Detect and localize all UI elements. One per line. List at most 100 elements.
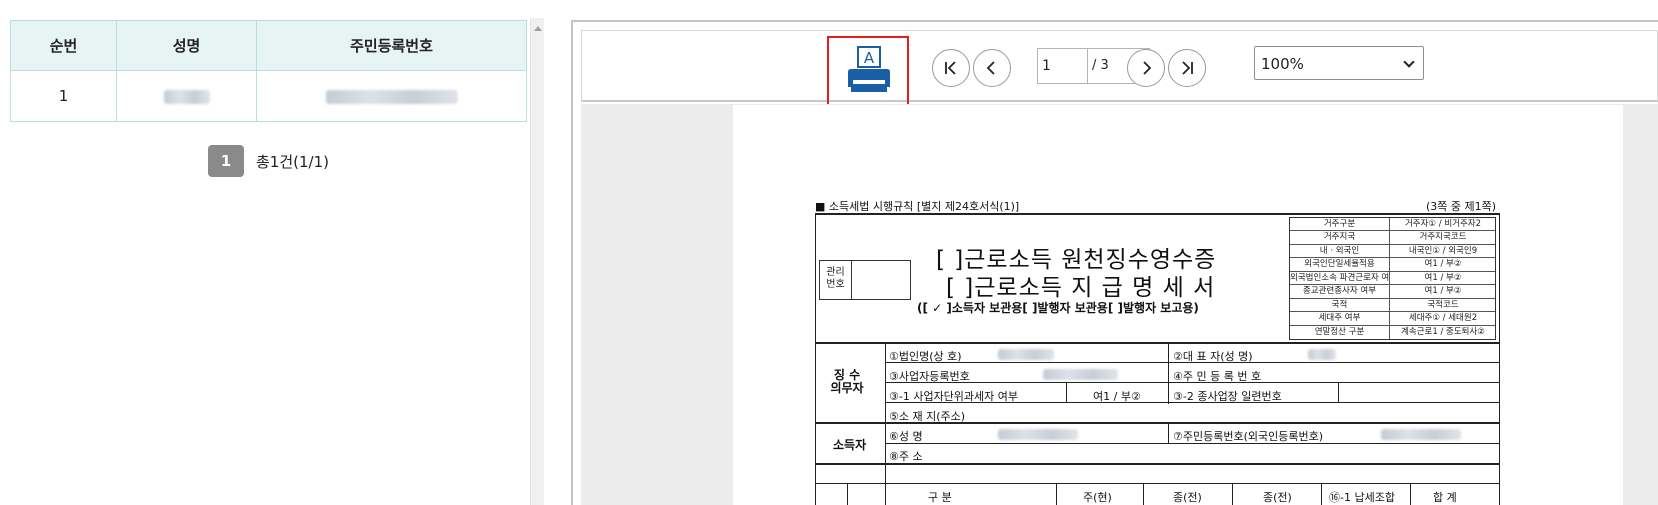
status-value: 여1 / 부② xyxy=(1424,286,1462,297)
page-input[interactable]: 1 xyxy=(1038,49,1088,83)
status-value: 국적코드 xyxy=(1427,299,1459,310)
status-table-row: 국적 국적코드 xyxy=(1290,298,1495,313)
last-page-icon xyxy=(1182,61,1193,75)
field-earner-address: ⑧주 소 xyxy=(889,450,923,463)
chevron-down-icon xyxy=(1403,56,1415,68)
form-right-border xyxy=(1499,213,1500,505)
row-name-redacted xyxy=(116,70,257,122)
corp-name-redacted xyxy=(998,349,1054,360)
label-column-line xyxy=(885,344,886,505)
field-earner-name: ⑥성 명 xyxy=(889,430,923,443)
biz-reg-no-redacted xyxy=(1043,369,1118,380)
col-prev-2: 종(전) xyxy=(1263,491,1292,504)
col-prev-1: 종(전) xyxy=(1173,491,1202,504)
status-table-row: 내 · 외국인 내국인① / 외국인9 xyxy=(1290,244,1495,259)
status-label: 거주지국 xyxy=(1290,231,1390,244)
col-line xyxy=(847,484,848,505)
col-line xyxy=(1066,383,1067,403)
residency-status-table: 거주구분 거주자① / 비거주자2 거주지국 거주지국코드내 · 외국인 내국인① / … xyxy=(1289,217,1496,340)
status-label: 내 · 외국인 xyxy=(1290,244,1390,258)
earner-label: 소득자 xyxy=(833,438,867,452)
chevron-left-icon xyxy=(986,61,995,75)
report-viewer: A 1 / 3 100% ■ 소득세법 시행규칙 [별지 제24호서식(1)] … xyxy=(571,20,1658,505)
zoom-select[interactable]: 100% xyxy=(1254,46,1424,80)
col-header-no[interactable]: 순번 xyxy=(10,20,117,71)
employee-list-panel: 순번 성명 주민등록번호 1 1 총1건(1/1) xyxy=(0,0,548,505)
status-table-row: 거주구분 거주자① / 비거주자2 xyxy=(1290,218,1495,232)
next-page-button[interactable] xyxy=(1127,49,1165,87)
status-label: 외국인단일세율적용 xyxy=(1290,258,1390,271)
field-rrn: ④주 민 등 록 번 호 xyxy=(1173,370,1262,383)
first-page-button[interactable] xyxy=(932,49,970,87)
field-unit-taxpayer: ③-1 사업자단위과세자 여부 xyxy=(889,390,1019,403)
col-line xyxy=(1410,484,1411,505)
scroll-up-icon[interactable] xyxy=(534,26,542,31)
page-total: / 3 xyxy=(1092,58,1109,73)
col-classification: 구 분 xyxy=(928,491,952,504)
col-line xyxy=(1143,484,1144,505)
col-line xyxy=(1168,423,1169,444)
col-header-rrn[interactable]: 주민등록번호 xyxy=(256,20,527,71)
document-area[interactable]: ■ 소득세법 시행규칙 [별지 제24호서식(1)] (3쪽 중 제1쪽) 관리… xyxy=(581,104,1658,505)
status-table-row: 종교관련종사자 여부 여1 / 부② xyxy=(1290,285,1495,299)
table-header-row: 순번 성명 주민등록번호 xyxy=(10,20,527,71)
document-page: ■ 소득세법 시행규칙 [별지 제24호서식(1)] (3쪽 중 제1쪽) 관리… xyxy=(733,105,1623,505)
employee-table: 순번 성명 주민등록번호 1 xyxy=(10,20,527,122)
earner-name-redacted xyxy=(998,429,1078,440)
col-line xyxy=(1056,484,1057,505)
status-label: 세대주 여부 xyxy=(1290,312,1390,325)
payer-label: 징 수 의무자 xyxy=(830,368,864,395)
prev-page-button[interactable] xyxy=(973,49,1011,87)
field-corp-name: ①법인명(상 호) xyxy=(889,350,962,363)
status-label: 외국법인소속 파견근로자 여부 xyxy=(1290,271,1390,285)
status-table-row: 외국법인소속 파견근로자 여부 여1 / 부② xyxy=(1290,271,1495,286)
status-value: 여1 / 부② xyxy=(1424,272,1462,283)
section-divider xyxy=(815,342,1500,344)
col-line xyxy=(1168,344,1169,404)
status-value: 계속근로1 / 중도퇴사② xyxy=(1401,326,1485,337)
status-table-row: 외국인단일세율적용 여1 / 부② xyxy=(1290,258,1495,272)
col-line xyxy=(1321,484,1322,505)
mgmt-number-box: 관리 번호 xyxy=(819,260,911,300)
form-title-2: [ ]근로소득 지 급 명 세 서 xyxy=(946,275,1216,301)
status-label: 연말정산 구분 xyxy=(1290,325,1390,339)
field-address: ⑤소 재 지(주소) xyxy=(889,410,966,423)
list-scrollbar[interactable] xyxy=(530,18,544,505)
status-label: 종교관련종사자 여부 xyxy=(1290,285,1390,298)
table-row[interactable]: 1 xyxy=(10,70,527,122)
field-biz-reg-no: ③사업자등록번호 xyxy=(889,370,970,383)
first-page-icon xyxy=(945,61,956,75)
row-no: 1 xyxy=(10,70,117,122)
mgmt-number-label: 관리 번호 xyxy=(820,261,852,299)
status-value: 세대주① / 세대원2 xyxy=(1408,313,1478,324)
form-legal-basis: ■ 소득세법 시행규칙 [별지 제24호서식(1)] xyxy=(815,200,1020,213)
page-button-current[interactable]: 1 xyxy=(208,145,244,177)
col-current: 주(현) xyxy=(1083,491,1112,504)
printer-icon: A xyxy=(848,46,890,92)
viewer-toolbar: A 1 / 3 100% xyxy=(581,30,1658,106)
status-value: 여1 / 부② xyxy=(1424,259,1462,270)
unit-taxpayer-value: 여1 / 부② xyxy=(1093,390,1141,403)
field-branch-serial: ③-2 종사업장 일련번호 xyxy=(1173,390,1282,403)
col-line xyxy=(1338,383,1339,403)
form-left-border xyxy=(815,213,816,505)
status-table-row: 연말정산 구분 계속근로1 / 중도퇴사② xyxy=(1290,325,1495,339)
status-value: 내국인① / 외국인9 xyxy=(1408,245,1478,256)
print-button[interactable]: A xyxy=(827,36,909,106)
form-top-border xyxy=(815,213,1500,215)
row-rrn-redacted xyxy=(256,70,527,122)
field-earner-rrn: ⑦주민등록번호(외국인등록번호) xyxy=(1173,430,1324,443)
pagination: 1 총1건(1/1) xyxy=(208,145,329,177)
total-count: 총1건(1/1) xyxy=(256,152,329,171)
last-page-button[interactable] xyxy=(1168,49,1206,87)
field-representative: ②대 표 자(성 명) xyxy=(1173,350,1253,363)
status-value: 거주지국코드 xyxy=(1419,232,1467,243)
row-line xyxy=(815,483,1500,484)
earner-rrn-redacted xyxy=(1381,429,1461,440)
status-table-row: 세대주 여부 세대주① / 세대원2 xyxy=(1290,312,1495,326)
printer-icon-letter: A xyxy=(864,49,875,67)
form-page-indicator: (3쪽 중 제1쪽) xyxy=(1426,200,1497,213)
status-label: 국적 xyxy=(1290,298,1390,312)
col-total: 합 계 xyxy=(1433,491,1457,504)
col-header-name[interactable]: 성명 xyxy=(116,20,257,71)
